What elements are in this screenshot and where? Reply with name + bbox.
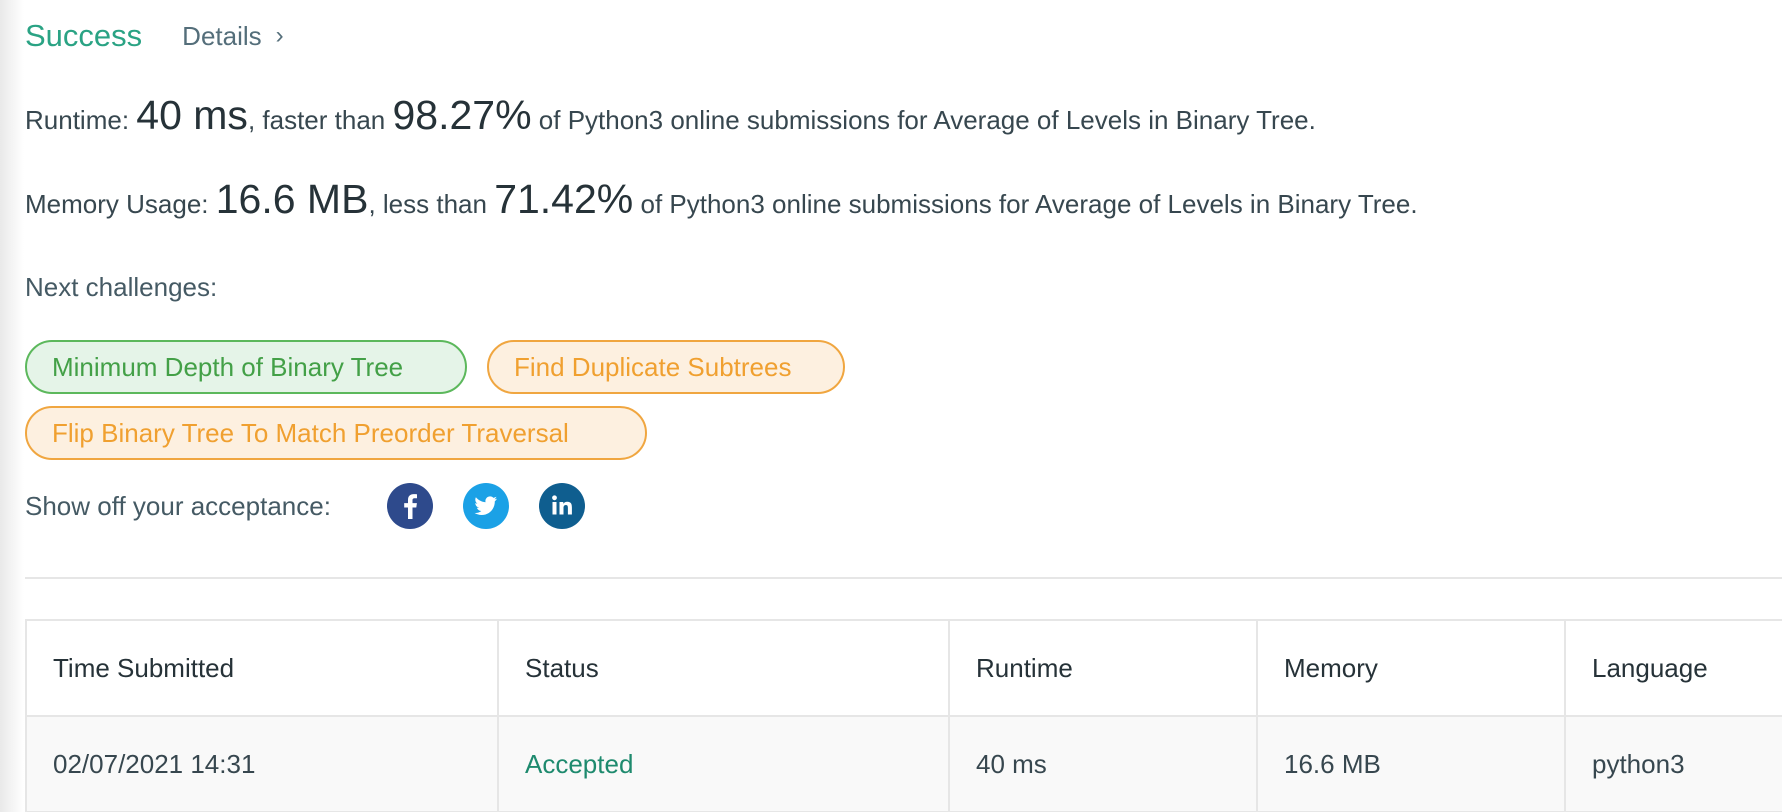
details-label: Details <box>182 20 262 51</box>
cell-time-submitted: 02/07/2021 14:31 <box>25 715 499 812</box>
memory-middle-text: , less than <box>368 189 487 219</box>
column-header-memory[interactable]: Memory <box>1256 619 1566 717</box>
runtime-value: 40 ms <box>136 92 248 138</box>
column-header-status[interactable]: Status <box>497 619 950 717</box>
share-label: Show off your acceptance: <box>25 490 331 521</box>
challenge-pill-flip-binary-tree[interactable]: Flip Binary Tree To Match Preorder Trave… <box>25 406 647 460</box>
memory-label: Memory Usage: <box>25 189 209 219</box>
details-link[interactable]: Details › <box>182 21 283 52</box>
table-header-row: Time Submitted Status Runtime Memory Lan… <box>25 619 1782 717</box>
runtime-tail-text: of Python3 online submissions for Averag… <box>538 105 1316 135</box>
submissions-table: Time Submitted Status Runtime Memory Lan… <box>25 619 1782 812</box>
twitter-icon[interactable] <box>462 483 509 529</box>
facebook-icon[interactable] <box>386 483 433 529</box>
runtime-percentile: 98.27% <box>392 92 532 138</box>
facebook-glyph <box>404 494 417 519</box>
challenge-pill-minimum-depth[interactable]: Minimum Depth of Binary Tree <box>25 340 467 394</box>
result-header: Success Details › <box>25 14 284 58</box>
column-header-time-submitted[interactable]: Time Submitted <box>25 619 499 717</box>
memory-tail-text: of Python3 online submissions for Averag… <box>640 189 1418 219</box>
memory-summary: Memory Usage: 16.6 MB, less than 71.42% … <box>25 176 1418 223</box>
linkedin-glyph <box>552 495 572 515</box>
challenge-pill-find-duplicate-subtrees[interactable]: Find Duplicate Subtrees <box>487 340 845 394</box>
column-header-language[interactable]: Language <box>1564 619 1782 717</box>
memory-percentile: 71.42% <box>494 176 634 222</box>
result-status-title: Success <box>25 18 143 53</box>
runtime-summary: Runtime: 40 ms, faster than 98.27% of Py… <box>25 92 1316 139</box>
cell-memory: 16.6 MB <box>1256 715 1566 812</box>
twitter-glyph <box>474 496 497 515</box>
cell-status-accepted-link[interactable]: Accepted <box>497 715 950 812</box>
linkedin-icon[interactable] <box>538 483 585 529</box>
share-row: Show off your acceptance: <box>25 482 585 530</box>
left-shade <box>0 0 24 812</box>
memory-value: 16.6 MB <box>215 176 369 222</box>
submission-result-page: Success Details › Runtime: 40 ms, faster… <box>0 0 1782 812</box>
runtime-middle-text: , faster than <box>247 105 386 135</box>
section-divider <box>25 577 1782 579</box>
next-challenges-label: Next challenges: <box>25 272 218 302</box>
chevron-right-icon: › <box>275 22 284 49</box>
runtime-label: Runtime: <box>25 105 130 135</box>
table-row: 02/07/2021 14:31 Accepted 40 ms 16.6 MB … <box>25 715 1782 812</box>
cell-runtime: 40 ms <box>948 715 1258 812</box>
cell-language: python3 <box>1564 715 1782 812</box>
column-header-runtime[interactable]: Runtime <box>948 619 1258 717</box>
